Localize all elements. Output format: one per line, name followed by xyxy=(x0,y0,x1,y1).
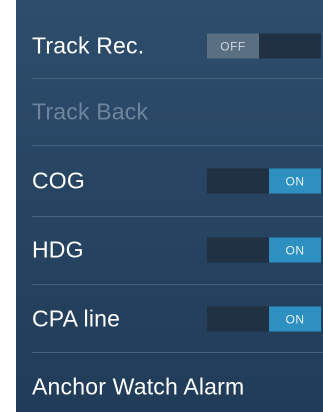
toggle-state: ON xyxy=(269,237,321,263)
track-rec-toggle[interactable]: OFF xyxy=(207,33,321,59)
menu-item-track-back: Track Back xyxy=(16,76,323,148)
toggle-state: ON xyxy=(269,306,321,332)
menu-item-label: COG xyxy=(32,167,85,194)
cpa-line-toggle[interactable]: ON xyxy=(207,306,321,332)
menu-item-label: Track Rec. xyxy=(32,32,145,59)
menu-item-anchor-watch-alarm[interactable]: Anchor Watch Alarm xyxy=(16,351,323,412)
menu-item-label: Anchor Watch Alarm xyxy=(32,373,245,400)
cog-toggle[interactable]: ON xyxy=(207,168,321,194)
toggle-state: OFF xyxy=(207,33,259,59)
hdg-toggle[interactable]: ON xyxy=(207,237,321,263)
menu-item-track-rec[interactable]: Track Rec. OFF xyxy=(16,10,323,82)
menu-item-label: HDG xyxy=(32,236,84,263)
settings-panel: Track Rec. OFF Track Back COG ON HDG ON … xyxy=(16,0,323,412)
toggle-state: ON xyxy=(269,168,321,194)
menu-item-hdg[interactable]: HDG ON xyxy=(16,214,323,286)
menu-item-label: Track Back xyxy=(32,98,149,125)
menu-item-cpa-line[interactable]: CPA line ON xyxy=(16,283,323,355)
menu-item-cog[interactable]: COG ON xyxy=(16,145,323,217)
menu-item-label: CPA line xyxy=(32,305,121,332)
